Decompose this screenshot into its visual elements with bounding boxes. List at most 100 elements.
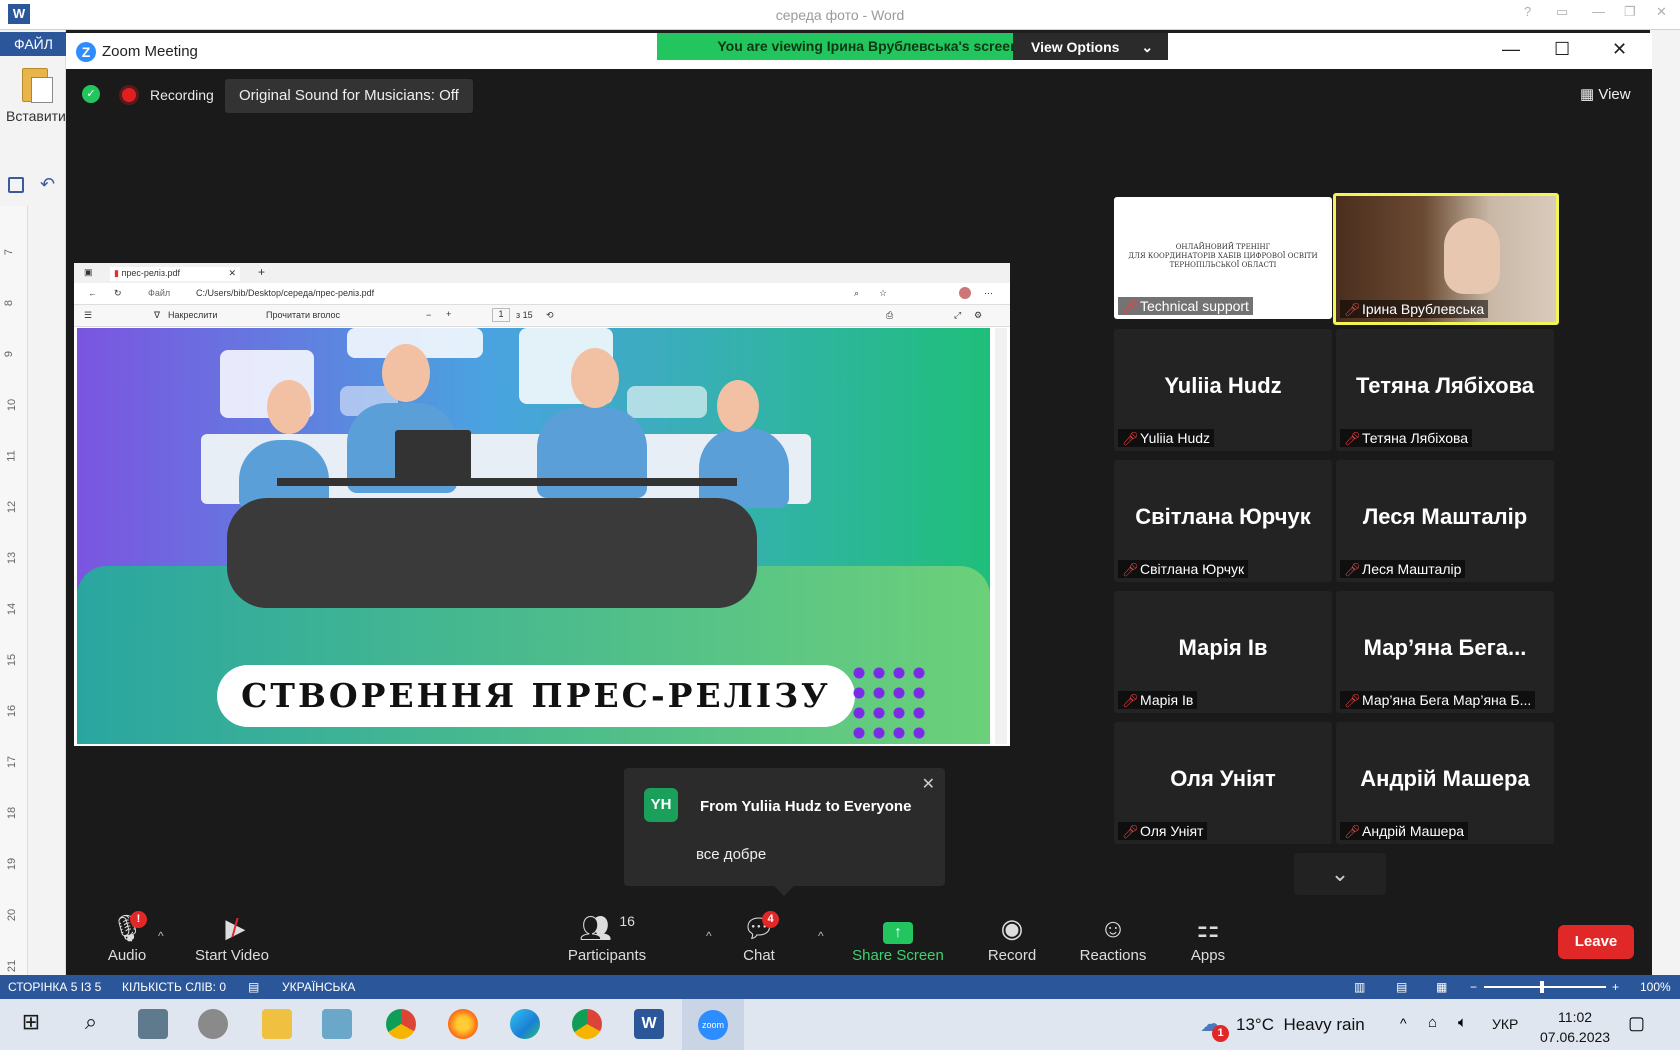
participant-tile[interactable]: Yuliia Hudz 🎤︎ Yuliia Hudz <box>1114 329 1332 451</box>
recording-label[interactable]: Recording <box>150 87 214 103</box>
profile-avatar[interactable] <box>959 287 971 299</box>
chrome-profile-icon[interactable] <box>386 1009 416 1039</box>
share-screen-button[interactable]: ↑ Share Screen <box>852 913 944 964</box>
page-indicator[interactable]: СТОРІНКА 5 ІЗ 5 <box>8 980 101 994</box>
proofing-icon[interactable]: ▤ <box>248 980 259 994</box>
draw-icon[interactable]: ∇ <box>154 310 160 321</box>
notifications-icon[interactable]: ▢ <box>1628 1013 1645 1034</box>
calculator-icon[interactable] <box>138 1009 168 1039</box>
clock[interactable]: 11:02 07.06.2023 <box>1540 1007 1610 1047</box>
undo-icon[interactable]: ↶ <box>40 174 55 195</box>
chrome-icon[interactable] <box>572 1009 602 1039</box>
favorite-icon[interactable]: ☆ <box>879 288 887 299</box>
zoom-taskbar-active[interactable]: zoom <box>682 999 744 1050</box>
word-count[interactable]: КІЛЬКІСТЬ СЛІВ: 0 <box>122 980 226 994</box>
start-windows-icon[interactable]: ⊞ <box>16 1009 46 1039</box>
read-mode-icon[interactable]: ▥ <box>1354 980 1365 994</box>
address-bar[interactable]: ← ↻ Файл C:/Users/bib/Desktop/середа/пре… <box>74 283 1010 305</box>
file-explorer-icon[interactable] <box>262 1009 292 1039</box>
back-icon[interactable]: ← <box>88 288 97 298</box>
chat-options-caret-icon[interactable]: ^ <box>818 929 824 943</box>
app-icon[interactable] <box>198 1009 228 1039</box>
help-icon[interactable]: ? <box>1524 4 1531 19</box>
view-button[interactable]: ▦ View <box>1580 85 1631 103</box>
more-participants-chevron-icon[interactable]: ⌄ <box>1294 853 1386 895</box>
contents-icon[interactable]: ☰ <box>84 310 92 321</box>
zoom-slider-thumb[interactable] <box>1540 981 1544 993</box>
paste-button-label[interactable]: Вставити <box>6 108 66 124</box>
settings-gear-icon[interactable]: ⚙ <box>974 310 982 321</box>
participant-tile[interactable]: Тетяна Лябіхова 🎤︎ Тетяна Лябіхова <box>1336 329 1554 451</box>
ribbon-options-icon[interactable]: ▭ <box>1556 4 1568 20</box>
weather-widget[interactable]: 13°C Heavy rain <box>1236 1015 1365 1035</box>
close-icon[interactable]: ✕ <box>1612 39 1627 60</box>
language-indicator[interactable]: УКРАЇНСЬКА <box>282 980 355 994</box>
zoom-out-icon[interactable]: − <box>1470 980 1477 994</box>
participants-options-caret-icon[interactable]: ^ <box>706 929 712 943</box>
notepad-icon[interactable] <box>322 1009 352 1039</box>
zoom-percent[interactable]: 100% <box>1640 980 1671 994</box>
record-button[interactable]: ◉ Record <box>986 913 1038 964</box>
word-scrollbar[interactable] <box>1650 30 1680 976</box>
participants-button[interactable]: 👥︎ 16 Participants <box>564 913 650 964</box>
read-aloud-label[interactable]: Прочитати вголос <box>266 310 340 320</box>
more-icon[interactable]: ⋯ <box>984 288 993 299</box>
draw-label[interactable]: Накреслити <box>168 310 217 320</box>
participant-tile-technical-support[interactable]: ОНЛАЙНОВИЙ ТРЕНІНГ ДЛЯ КООРДИНАТОРІВ ХАБ… <box>1114 197 1332 319</box>
rotate-icon[interactable]: ⟲ <box>546 310 554 321</box>
zoom-slider[interactable] <box>1484 986 1606 988</box>
leave-button[interactable]: Leave <box>1558 925 1634 959</box>
audio-options-caret-icon[interactable]: ^ <box>158 929 164 943</box>
tab-actions-icon[interactable]: ▣ <box>84 267 93 278</box>
maximize-icon[interactable]: ☐ <box>1554 39 1570 60</box>
chat-notification[interactable]: YH From Yuliia Hudz to Everyone все добр… <box>624 768 945 896</box>
print-icon[interactable]: ⎙ <box>886 310 893 321</box>
participant-tile[interactable]: Мар’яна Бега... 🎤︎ Мар’яна Бега Мар’яна Б… <box>1336 591 1554 713</box>
minimize-icon[interactable]: — <box>1592 4 1605 19</box>
tray-chevron-up-icon[interactable]: ^ <box>1400 1015 1407 1031</box>
chat-button[interactable]: 💬︎ Chat 4 <box>734 911 784 964</box>
fullscreen-icon[interactable]: ⤢ <box>954 310 961 321</box>
pdf-scrollbar[interactable] <box>995 328 1007 744</box>
participant-tile[interactable]: Світлана Юрчук 🎤︎ Світлана Юрчук <box>1114 460 1332 582</box>
search-icon[interactable]: ⌕ <box>76 1009 106 1039</box>
shared-screen[interactable]: ▣ ▮ прес-реліз.pdf ✕ + ← ↻ Файл C:/Users… <box>74 263 1010 746</box>
start-video-button[interactable]: ▶︎/ Start Video <box>190 913 274 964</box>
new-tab-icon[interactable]: + <box>258 265 265 279</box>
firefox-icon[interactable] <box>448 1009 478 1039</box>
print-layout-icon[interactable]: ▤ <box>1396 980 1407 994</box>
audio-button[interactable]: 🎙︎ Audio ! <box>96 911 158 964</box>
reactions-button[interactable]: ☺︎ Reactions <box>1078 913 1148 964</box>
maximize-icon[interactable]: ❐ <box>1624 4 1636 20</box>
close-tab-icon[interactable]: ✕ <box>228 268 236 279</box>
apps-button[interactable]: ⚏ Apps <box>1186 913 1230 964</box>
network-icon[interactable]: ⌂ <box>1428 1014 1437 1031</box>
input-language[interactable]: УКР <box>1492 1016 1518 1032</box>
participant-tile[interactable]: Марія Ів 🎤︎ Марія Ів <box>1114 591 1332 713</box>
participant-tile[interactable]: Леся Машталір 🎤︎ Леся Машталір <box>1336 460 1554 582</box>
address-text[interactable]: C:/Users/bib/Desktop/середа/прес-реліз.p… <box>196 288 374 298</box>
view-options-button[interactable]: View Options ⌄ <box>1013 33 1168 60</box>
edge-icon[interactable] <box>510 1009 540 1039</box>
volume-icon[interactable]: 🔈︎ <box>1458 1014 1467 1031</box>
zoom-in-icon[interactable]: + <box>1612 980 1619 994</box>
participant-tile[interactable]: Оля Уніят 🎤︎ Оля Уніят <box>1114 722 1332 844</box>
security-shield-icon[interactable]: ✓ <box>82 85 100 103</box>
word-taskbar-icon[interactable]: W <box>634 1009 664 1039</box>
zoom-out-icon[interactable]: − <box>426 310 431 320</box>
browser-tab[interactable]: ▮ прес-реліз.pdf ✕ <box>110 267 240 281</box>
minimize-icon[interactable]: — <box>1502 39 1520 60</box>
participant-tile-active-speaker[interactable]: 🎤︎ Ірина Врублевська <box>1333 193 1559 325</box>
web-layout-icon[interactable]: ▦ <box>1436 980 1447 994</box>
file-tab[interactable]: ФАЙЛ <box>0 32 66 56</box>
paste-icon[interactable] <box>22 68 53 103</box>
page-number-input[interactable]: 1 <box>492 308 510 322</box>
zoom-icon[interactable]: ⌕ <box>854 288 859 299</box>
save-icon[interactable] <box>8 177 24 193</box>
participant-tile[interactable]: Андрій Машера 🎤︎ Андрій Машера <box>1336 722 1554 844</box>
zoom-in-icon[interactable]: + <box>446 309 451 319</box>
close-icon[interactable]: ✕ <box>922 774 935 794</box>
original-sound-button[interactable]: Original Sound for Musicians: Off <box>225 79 473 113</box>
reload-icon[interactable]: ↻ <box>114 288 122 299</box>
close-icon[interactable]: ✕ <box>1656 4 1667 20</box>
